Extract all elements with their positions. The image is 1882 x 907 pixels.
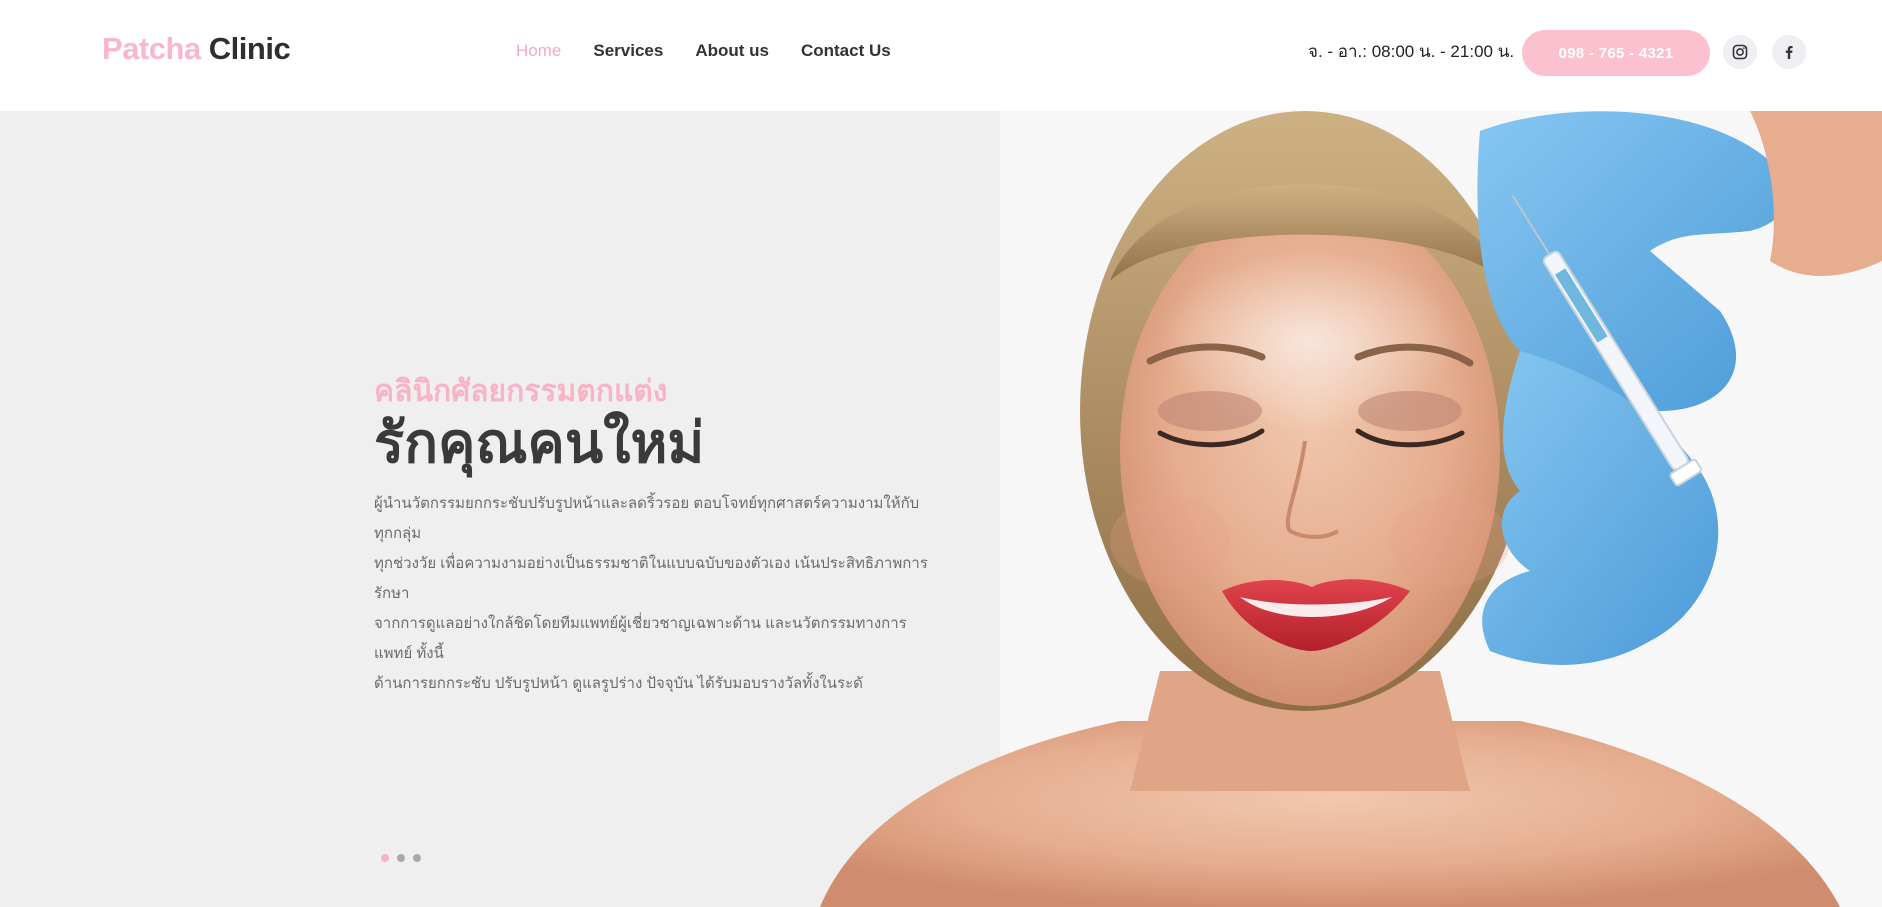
hero-description-line: จากการดูแลอย่างใกล้ชิดโดยทีมแพทย์ผู้เชี่…: [374, 615, 907, 662]
hero-content: คลินิกศัลยกรรมตกแต่ง รักคุณคนใหม่ ผู้นำน…: [374, 373, 934, 699]
hero-description-line: ทุกช่วงวัย เพื่อความงามอย่างเป็นธรรมชาติ…: [374, 555, 928, 602]
facebook-button[interactable]: [1772, 35, 1806, 69]
nav-services[interactable]: Services: [593, 40, 663, 62]
hero-headline: รักคุณคนใหม่: [374, 411, 705, 474]
instagram-icon: [1732, 44, 1748, 60]
slider-dots: [381, 854, 421, 862]
hero-image: [820, 111, 1882, 907]
slider-dot-2[interactable]: [397, 854, 405, 862]
main-nav: Home Services About us Contact Us: [516, 40, 891, 62]
nav-contact-us[interactable]: Contact Us: [801, 40, 891, 62]
hero-description-line: ผู้นำนวัตกรรมยกกระชับปรับรูปหน้าและลดริ้…: [374, 495, 920, 542]
hero-description: ผู้นำนวัตกรรมยกกระชับปรับรูปหน้าและลดริ้…: [374, 489, 934, 699]
hero-description-line: ด้านการยกกระชับ ปรับรูปหน้า ดูแลรูปร่าง …: [374, 675, 863, 692]
brand-name-second: Clinic: [208, 31, 291, 66]
nav-about-us[interactable]: About us: [695, 40, 769, 62]
phone-button[interactable]: 098 - 765 - 4321: [1522, 30, 1710, 76]
slider-dot-3[interactable]: [413, 854, 421, 862]
site-header: Patcha Clinic Home Services About us Con…: [0, 0, 1882, 111]
brand-name-first: Patcha: [102, 31, 201, 66]
slider-dot-1[interactable]: [381, 854, 389, 862]
hero-eyebrow: คลินิกศัลยกรรมตกแต่ง: [374, 375, 668, 408]
facebook-icon: [1785, 46, 1793, 59]
hero-banner: คลินิกศัลยกรรมตกแต่ง รักคุณคนใหม่ ผู้นำน…: [0, 111, 1882, 907]
nav-home[interactable]: Home: [516, 40, 561, 62]
opening-hours: จ. - อา.: 08:00 น. - 21:00 น.: [1308, 42, 1515, 61]
brand-logo[interactable]: Patcha Clinic: [102, 27, 291, 71]
instagram-button[interactable]: [1723, 35, 1757, 69]
